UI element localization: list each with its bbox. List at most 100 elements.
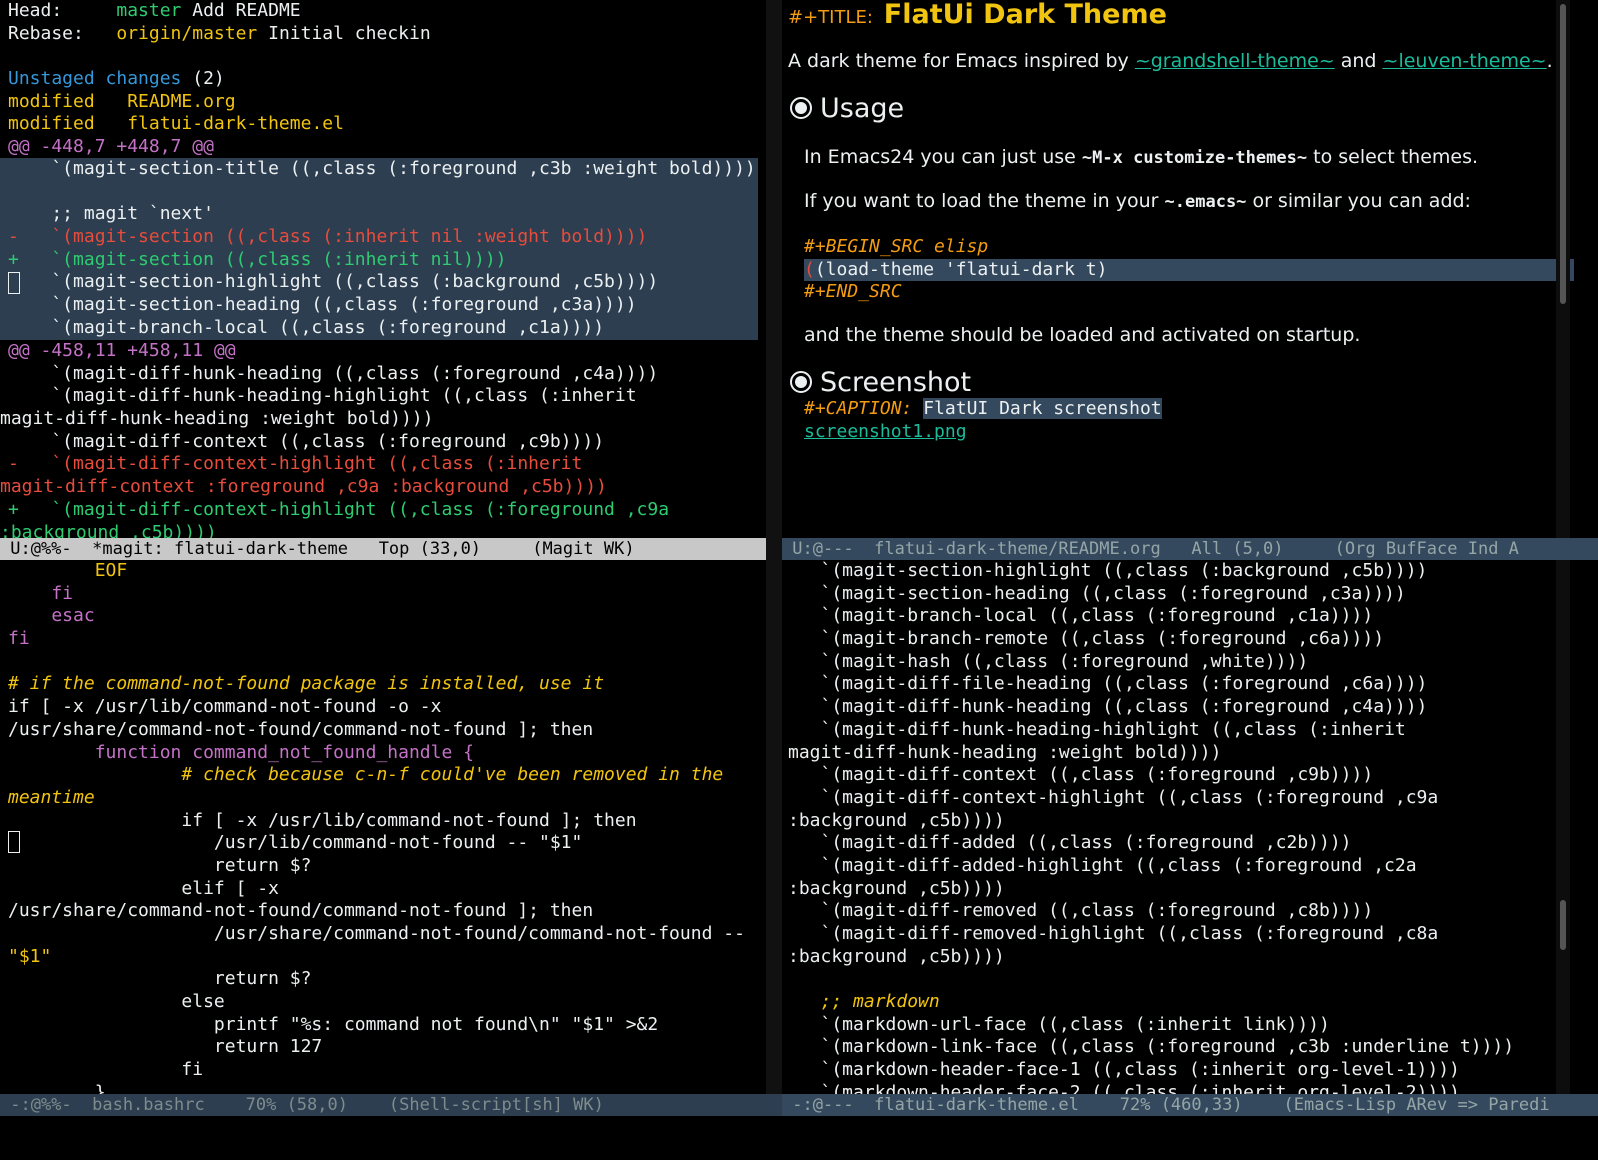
diff-context-line: `(magit-section-heading ((,class (:foreg… (8, 294, 637, 316)
head-label: Head: (8, 0, 63, 21)
screenshot-link[interactable]: screenshot1.png (804, 421, 967, 444)
code-line: else (8, 991, 225, 1013)
caption-text: FlatUI Dark screenshot (923, 398, 1162, 419)
code-line: `(markdown-url-face ((,class (:inherit l… (788, 1013, 1330, 1035)
code-line: "$1" (8, 945, 52, 967)
diff-added-line: :background ,c5b)))) (0, 521, 217, 539)
code-line: /usr/share/command-not-found/command-not… (8, 718, 594, 740)
code-line: /usr/lib/command-not-found -- "$1" (8, 832, 583, 854)
unstaged-label: Unstaged changes (8, 68, 182, 90)
caption-keyword: #+CAPTION: (804, 398, 913, 419)
code-line: `(magit-diff-removed-highlight ((,class … (788, 923, 1439, 944)
code-line: :background ,c5b)))) (788, 877, 1005, 899)
unstaged-file-item[interactable]: modified README.org (8, 91, 760, 114)
link-leuven[interactable]: ~leuven-theme~ (1383, 50, 1547, 72)
file-status: modified (8, 90, 95, 112)
diff-added-line: + `(magit-section ((,class (:inherit nil… (8, 248, 507, 270)
window-divider[interactable] (766, 0, 782, 1138)
inline-code: ~.emacs~ (1164, 192, 1247, 212)
bashrc-window[interactable]: EOF fi esac fi # if the command-not-found … (0, 560, 766, 1094)
load-paragraph: If you want to load the theme in your ~.… (804, 190, 1471, 212)
readme-modeline[interactable]: U:@--- flatui-dark-theme/README.org All … (782, 538, 1598, 560)
usage-paragraph: In Emacs24 you can just use ~M-x customi… (804, 146, 1478, 168)
heading-usage[interactable]: Usage (790, 93, 904, 124)
src-code-line[interactable]: ((load-theme 'flatui-dark t) (804, 258, 1574, 282)
para-text: In Emacs24 you can just use (804, 146, 1082, 168)
elisp-modeline[interactable]: -:@--- flatui-dark-theme.el 72% (460,33)… (782, 1094, 1598, 1116)
code-line: } (8, 1081, 106, 1094)
link-grandshell[interactable]: ~grandshell-theme~ (1135, 50, 1335, 72)
bashrc-modeline[interactable]: -:@%%- bash.bashrc 70% (58,0) (Shell-scr… (0, 1094, 782, 1116)
code-line: return $? (8, 854, 312, 876)
startup-paragraph: and the theme should be loaded and activ… (804, 324, 1361, 346)
code-line: :background ,c5b)))) (788, 945, 1005, 967)
heading-screenshot[interactable]: Screenshot (790, 367, 971, 398)
inline-code: ~M-x customize-themes~ (1081, 148, 1308, 168)
intro-paragraph: A dark theme for Emacs inspired by ~gran… (788, 50, 1553, 72)
head-branch[interactable]: master (116, 0, 181, 21)
unstaged-file-item[interactable]: modified flatui-dark-theme.el (8, 113, 760, 136)
magit-modeline[interactable]: U:@%%- *magit: flatui-dark-theme Top (33… (0, 538, 782, 560)
elisp-scrollbar[interactable] (1556, 560, 1570, 1094)
code-line: `(magit-diff-removed ((,class (:foregrou… (788, 900, 1374, 922)
code-line: return $? (8, 968, 312, 990)
elisp-buffer[interactable]: `(magit-section-highlight ((,class (:bac… (788, 560, 1548, 1094)
code-line: `(magit-diff-added ((,class (:foreground… (788, 832, 1352, 854)
elisp-window[interactable]: `(magit-section-highlight ((,class (:bac… (782, 560, 1598, 1094)
diff-removed-line: - `(magit-diff-context-highlight ((,clas… (8, 453, 583, 475)
head-message: Add README (192, 0, 301, 21)
readme-org-window[interactable]: #+TITLE: FlatUi Dark Theme A dark theme … (782, 0, 1598, 538)
code-line: elif [ -x (8, 877, 279, 899)
code-line: `(markdown-header-face-1 ((,class (:inhe… (788, 1059, 1460, 1081)
code-line: :background ,c5b)))) (788, 809, 1005, 831)
heading-text: Screenshot (820, 367, 972, 398)
para-text: to select themes. (1307, 146, 1479, 168)
code-line: `(magit-diff-context-highlight ((,class … (788, 786, 1439, 808)
diff-added-line: + `(magit-diff-context-highlight ((,clas… (8, 498, 670, 520)
cursor (8, 831, 20, 853)
bullet-icon (790, 371, 812, 393)
org-title-line: #+TITLE: FlatUi Dark Theme (788, 0, 1167, 30)
code-line: if [ -x /usr/lib/command-not-found -o -x (8, 696, 442, 718)
title-keyword: #+TITLE: (788, 7, 873, 28)
unstaged-section-heading[interactable]: Unstaged changes (2) (8, 68, 760, 91)
readme-scrollbar[interactable] (1556, 0, 1570, 538)
scrollbar-thumb[interactable] (1560, 4, 1566, 304)
doc-title: FlatUi Dark Theme (883, 0, 1167, 30)
code-line: `(magit-branch-local ((,class (:foregrou… (788, 605, 1374, 627)
code-line: `(magit-section-heading ((,class (:foreg… (788, 582, 1406, 604)
minibuffer[interactable] (0, 1116, 1598, 1160)
diff-removed-line: magit-diff-context :foreground ,c9a :bac… (0, 476, 607, 498)
intro-text: and (1334, 50, 1383, 72)
diff-context-text: `(magit-section-highlight ((,class (:bac… (8, 271, 659, 293)
code-line: EOF (8, 560, 128, 581)
diff-context-line: `(magit-diff-hunk-heading-highlight ((,c… (8, 385, 637, 407)
intro-text: . (1546, 50, 1553, 72)
code-line: esac (8, 605, 95, 627)
hunk-body-1[interactable]: `(magit-section-title ((,class (:foregro… (0, 158, 758, 340)
code-line: `(magit-section-highlight ((,class (:bac… (788, 560, 1428, 581)
diff-context-line: ;; magit `next' (8, 203, 214, 225)
code-line: `(magit-diff-hunk-heading-highlight ((,c… (788, 718, 1406, 740)
magit-status-window[interactable]: Head: master Add README Rebase: origin/m… (0, 0, 766, 538)
code-line: # check because c-n-f could've been remo… (8, 764, 724, 786)
diff-context-line: magit-diff-hunk-heading :weight bold)))) (0, 408, 434, 430)
scrollbar-thumb[interactable] (1560, 900, 1566, 950)
src-code: (load-theme 'flatui-dark t) (814, 258, 1108, 280)
diff-context-line: `(magit-section-title ((,class (:foregro… (8, 158, 756, 179)
rebase-branch[interactable]: origin/master (116, 23, 257, 44)
rebase-message: Initial checkin (268, 22, 431, 44)
hunk-header-2[interactable]: @@ -458,11 +458,11 @@ (8, 340, 760, 363)
src-end: #+END_SRC (804, 281, 902, 303)
magit-rebase-line: Rebase: origin/master Initial checkin (8, 23, 760, 46)
bash-buffer[interactable]: EOF fi esac fi # if the command-not-found … (8, 560, 760, 1094)
code-line: `(magit-diff-file-heading ((,class (:for… (788, 673, 1428, 695)
hunk-header-1[interactable]: @@ -448,7 +448,7 @@ (8, 136, 760, 159)
src-begin: #+BEGIN_SRC elisp (804, 236, 989, 257)
code-line: /usr/share/command-not-found/command-not… (8, 923, 745, 944)
code-line: `(magit-branch-remote ((,class (:foregro… (788, 628, 1385, 650)
diff-context-line (8, 181, 758, 204)
cursor (8, 272, 20, 295)
